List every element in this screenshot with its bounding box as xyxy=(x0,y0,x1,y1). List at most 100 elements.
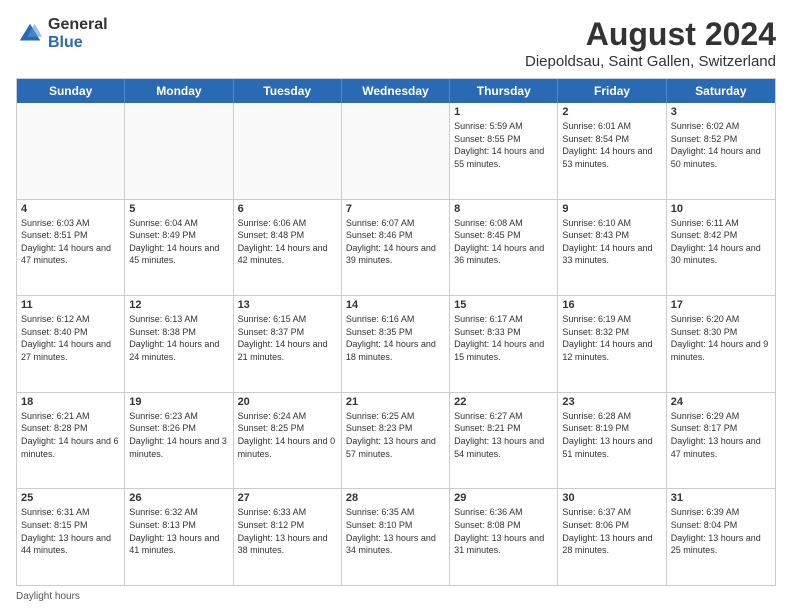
day-cell-5: 5 Sunrise: 6:04 AM Sunset: 8:49 PM Daylig… xyxy=(125,200,233,296)
empty-cell xyxy=(125,103,233,199)
day-number: 20 xyxy=(238,396,337,408)
day-number: 25 xyxy=(21,492,120,504)
day-info: Sunrise: 6:35 AM Sunset: 8:10 PM Dayligh… xyxy=(346,506,445,556)
day-cell-31: 31 Sunrise: 6:39 AM Sunset: 8:04 PM Dayli… xyxy=(667,489,775,585)
day-info: Sunrise: 6:02 AM Sunset: 8:52 PM Dayligh… xyxy=(671,120,771,170)
day-cell-22: 22Sunrise: 6:27 AM Sunset: 8:21 PM Dayli… xyxy=(450,393,558,489)
day-number: 2 xyxy=(562,106,661,118)
day-number: 24 xyxy=(671,396,771,408)
day-info: Sunrise: 6:10 AM Sunset: 8:43 PM Dayligh… xyxy=(562,217,661,267)
day-info: Sunrise: 6:16 AM Sunset: 8:35 PM Dayligh… xyxy=(346,313,445,363)
week-row-1: 4 Sunrise: 6:03 AM Sunset: 8:51 PM Daylig… xyxy=(17,200,775,297)
day-number: 4 xyxy=(21,203,120,215)
subtitle: Diepoldsau, Saint Gallen, Switzerland xyxy=(525,53,776,70)
day-cell-18: 18 Sunrise: 6:21 AM Sunset: 8:28 PM Dayli… xyxy=(17,393,125,489)
footer-text: Daylight hours xyxy=(16,591,80,602)
day-number: 11 xyxy=(21,299,120,311)
day-number: 1 xyxy=(454,106,553,118)
calendar-body: 1 Sunrise: 5:59 AM Sunset: 8:55 PM Daylig… xyxy=(17,103,775,585)
day-cell-8: 8 Sunrise: 6:08 AM Sunset: 8:45 PM Daylig… xyxy=(450,200,558,296)
day-number: 23 xyxy=(562,396,661,408)
day-number: 7 xyxy=(346,203,445,215)
day-cell-30: 30Sunrise: 6:37 AM Sunset: 8:06 PM Dayli… xyxy=(558,489,666,585)
day-cell-10: 10Sunrise: 6:11 AM Sunset: 8:42 PM Dayli… xyxy=(667,200,775,296)
calendar-header: SundayMondayTuesdayWednesdayThursdayFrid… xyxy=(17,79,775,103)
day-cell-28: 28 Sunrise: 6:35 AM Sunset: 8:10 PM Dayli… xyxy=(342,489,450,585)
logo-general: General xyxy=(48,16,108,34)
day-number: 3 xyxy=(671,106,771,118)
day-cell-12: 12 Sunrise: 6:13 AM Sunset: 8:38 PM Dayli… xyxy=(125,296,233,392)
title-area: August 2024 Diepoldsau, Saint Gallen, Sw… xyxy=(525,16,776,70)
day-info: Sunrise: 6:01 AM Sunset: 8:54 PM Dayligh… xyxy=(562,120,661,170)
page: General Blue August 2024 Diepoldsau, Sai… xyxy=(0,0,792,612)
day-info: Sunrise: 6:36 AM Sunset: 8:08 PM Dayligh… xyxy=(454,506,553,556)
day-info: Sunrise: 6:39 AM Sunset: 8:04 PM Dayligh… xyxy=(671,506,771,556)
day-cell-13: 13 Sunrise: 6:15 AM Sunset: 8:37 PM Dayli… xyxy=(234,296,342,392)
logo: General Blue xyxy=(16,16,108,51)
header-day-saturday: Saturday xyxy=(667,79,775,103)
day-info: Sunrise: 6:03 AM Sunset: 8:51 PM Dayligh… xyxy=(21,217,120,267)
day-number: 10 xyxy=(671,203,771,215)
day-cell-11: 11Sunrise: 6:12 AM Sunset: 8:40 PM Dayli… xyxy=(17,296,125,392)
week-row-2: 11Sunrise: 6:12 AM Sunset: 8:40 PM Dayli… xyxy=(17,296,775,393)
day-number: 21 xyxy=(346,396,445,408)
footer: Daylight hours xyxy=(16,591,776,602)
day-number: 8 xyxy=(454,203,553,215)
day-number: 13 xyxy=(238,299,337,311)
day-cell-20: 20 Sunrise: 6:24 AM Sunset: 8:25 PM Dayli… xyxy=(234,393,342,489)
day-cell-27: 27Sunrise: 6:33 AM Sunset: 8:12 PM Dayli… xyxy=(234,489,342,585)
day-info: Sunrise: 6:13 AM Sunset: 8:38 PM Dayligh… xyxy=(129,313,228,363)
day-info: Sunrise: 6:31 AM Sunset: 8:15 PM Dayligh… xyxy=(21,506,120,556)
day-number: 28 xyxy=(346,492,445,504)
week-row-3: 18 Sunrise: 6:21 AM Sunset: 8:28 PM Dayli… xyxy=(17,393,775,490)
logo-icon xyxy=(16,20,44,48)
day-number: 26 xyxy=(129,492,228,504)
day-info: Sunrise: 6:04 AM Sunset: 8:49 PM Dayligh… xyxy=(129,217,228,267)
day-info: Sunrise: 6:15 AM Sunset: 8:37 PM Dayligh… xyxy=(238,313,337,363)
day-info: Sunrise: 6:21 AM Sunset: 8:28 PM Dayligh… xyxy=(21,410,120,460)
day-info: Sunrise: 6:07 AM Sunset: 8:46 PM Dayligh… xyxy=(346,217,445,267)
day-cell-2: 2 Sunrise: 6:01 AM Sunset: 8:54 PM Daylig… xyxy=(558,103,666,199)
day-cell-17: 17 Sunrise: 6:20 AM Sunset: 8:30 PM Dayli… xyxy=(667,296,775,392)
day-info: Sunrise: 6:32 AM Sunset: 8:13 PM Dayligh… xyxy=(129,506,228,556)
day-cell-16: 16Sunrise: 6:19 AM Sunset: 8:32 PM Dayli… xyxy=(558,296,666,392)
day-number: 17 xyxy=(671,299,771,311)
week-row-4: 25 Sunrise: 6:31 AM Sunset: 8:15 PM Dayli… xyxy=(17,489,775,585)
day-cell-15: 15Sunrise: 6:17 AM Sunset: 8:33 PM Dayli… xyxy=(450,296,558,392)
empty-cell xyxy=(234,103,342,199)
day-cell-3: 3 Sunrise: 6:02 AM Sunset: 8:52 PM Daylig… xyxy=(667,103,775,199)
header-day-wednesday: Wednesday xyxy=(342,79,450,103)
day-cell-9: 9 Sunrise: 6:10 AM Sunset: 8:43 PM Daylig… xyxy=(558,200,666,296)
day-info: Sunrise: 6:24 AM Sunset: 8:25 PM Dayligh… xyxy=(238,410,337,460)
day-cell-23: 23 Sunrise: 6:28 AM Sunset: 8:19 PM Dayli… xyxy=(558,393,666,489)
day-cell-25: 25 Sunrise: 6:31 AM Sunset: 8:15 PM Dayli… xyxy=(17,489,125,585)
logo-text: General Blue xyxy=(48,16,108,51)
day-info: Sunrise: 6:20 AM Sunset: 8:30 PM Dayligh… xyxy=(671,313,771,363)
header-day-sunday: Sunday xyxy=(17,79,125,103)
day-info: Sunrise: 6:25 AM Sunset: 8:23 PM Dayligh… xyxy=(346,410,445,460)
day-info: Sunrise: 6:23 AM Sunset: 8:26 PM Dayligh… xyxy=(129,410,228,460)
day-number: 6 xyxy=(238,203,337,215)
empty-cell xyxy=(342,103,450,199)
header-day-tuesday: Tuesday xyxy=(234,79,342,103)
day-info: Sunrise: 6:28 AM Sunset: 8:19 PM Dayligh… xyxy=(562,410,661,460)
day-info: Sunrise: 5:59 AM Sunset: 8:55 PM Dayligh… xyxy=(454,120,553,170)
day-cell-26: 26 Sunrise: 6:32 AM Sunset: 8:13 PM Dayli… xyxy=(125,489,233,585)
logo-blue: Blue xyxy=(48,34,108,52)
day-number: 5 xyxy=(129,203,228,215)
day-info: Sunrise: 6:19 AM Sunset: 8:32 PM Dayligh… xyxy=(562,313,661,363)
day-number: 12 xyxy=(129,299,228,311)
week-row-0: 1 Sunrise: 5:59 AM Sunset: 8:55 PM Daylig… xyxy=(17,103,775,200)
day-info: Sunrise: 6:17 AM Sunset: 8:33 PM Dayligh… xyxy=(454,313,553,363)
day-number: 18 xyxy=(21,396,120,408)
day-number: 31 xyxy=(671,492,771,504)
day-number: 27 xyxy=(238,492,337,504)
day-info: Sunrise: 6:08 AM Sunset: 8:45 PM Dayligh… xyxy=(454,217,553,267)
day-number: 29 xyxy=(454,492,553,504)
day-info: Sunrise: 6:29 AM Sunset: 8:17 PM Dayligh… xyxy=(671,410,771,460)
day-cell-7: 7 Sunrise: 6:07 AM Sunset: 8:46 PM Daylig… xyxy=(342,200,450,296)
header-day-friday: Friday xyxy=(558,79,666,103)
day-cell-14: 14Sunrise: 6:16 AM Sunset: 8:35 PM Dayli… xyxy=(342,296,450,392)
day-number: 9 xyxy=(562,203,661,215)
day-number: 22 xyxy=(454,396,553,408)
